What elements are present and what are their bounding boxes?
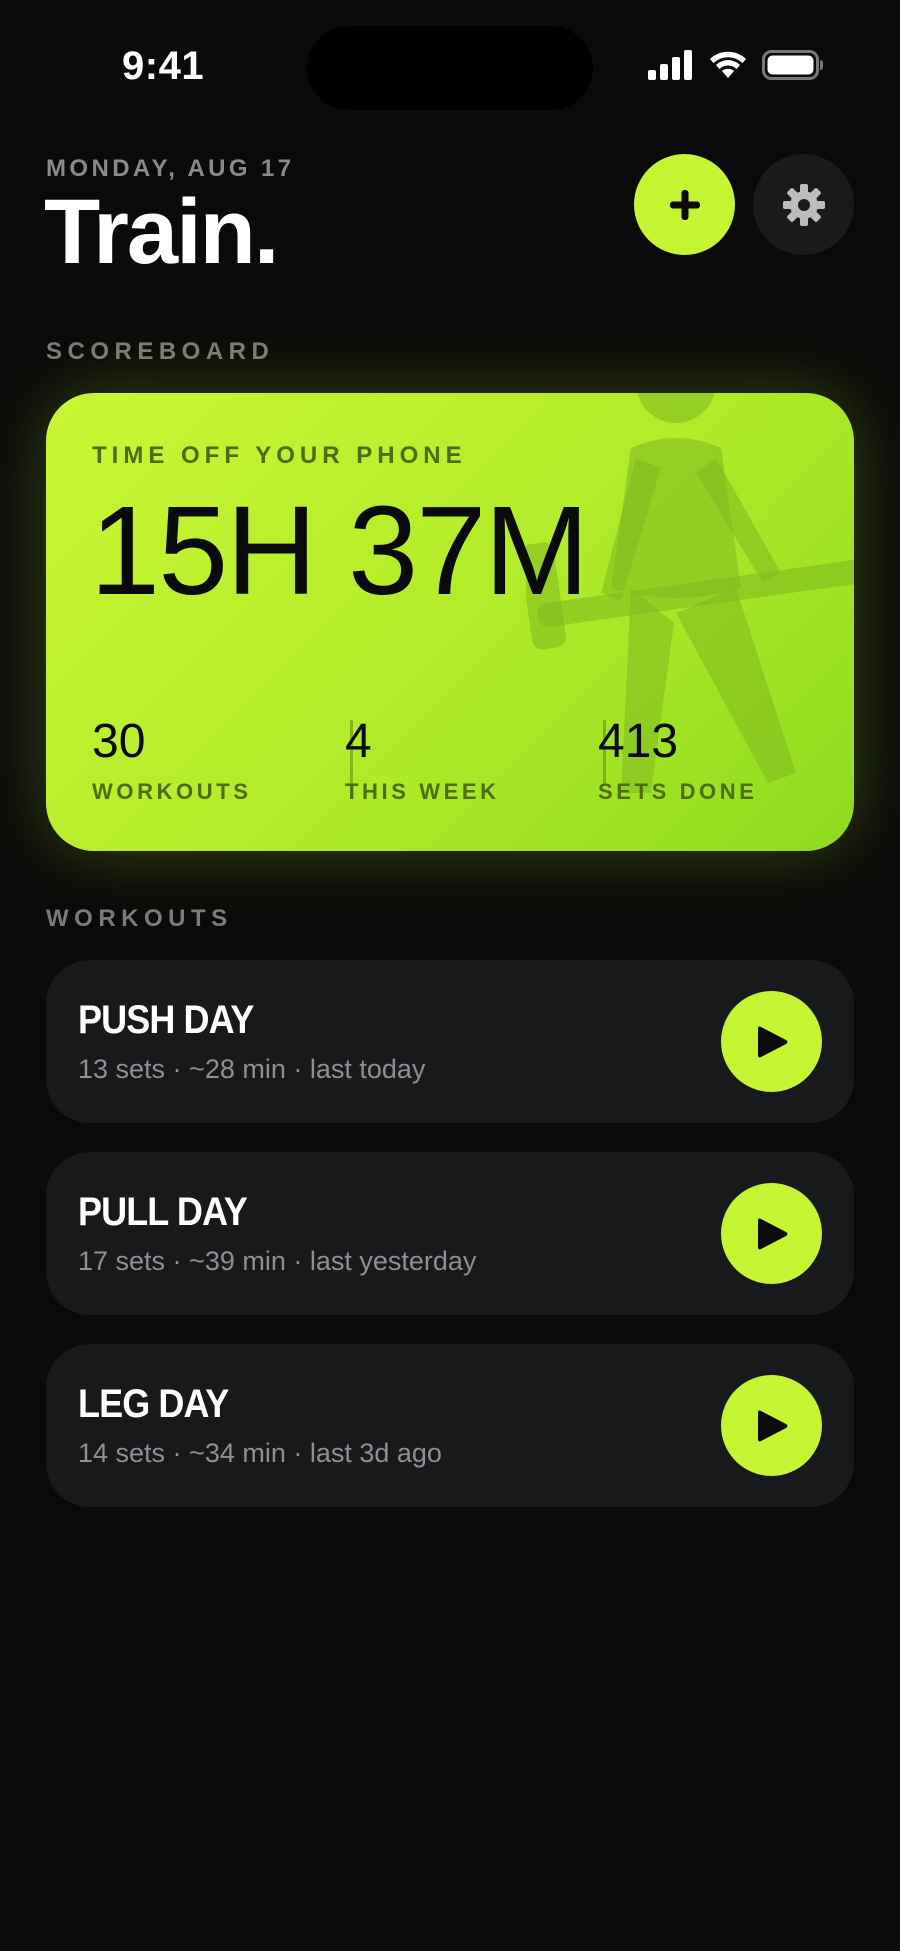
stat-this-week: 4 THIS WEEK bbox=[345, 715, 585, 805]
time-off-phone-value: 15H 37M bbox=[90, 480, 589, 621]
stats-row: 30 WORKOUTS 4 THIS WEEK 413 SETS DONE bbox=[92, 715, 832, 806]
dynamic-island bbox=[307, 26, 593, 110]
scoreboard-section-label: SCOREBOARD bbox=[46, 338, 275, 365]
start-leg-day-button[interactable] bbox=[721, 1375, 822, 1476]
workout-meta: 17 sets · ~39 min · last yesterday bbox=[78, 1246, 477, 1276]
signal-icon bbox=[648, 50, 692, 80]
page-title: Train. bbox=[44, 181, 279, 283]
workout-name: PUSH DAY bbox=[78, 998, 254, 1042]
stat-workouts: 30 WORKOUTS bbox=[92, 715, 332, 805]
play-icon bbox=[757, 1218, 787, 1249]
settings-button[interactable] bbox=[753, 154, 854, 255]
stat-sets-done: 413 SETS DONE bbox=[598, 715, 838, 805]
stat-label: WORKOUTS bbox=[92, 778, 252, 804]
battery-icon bbox=[762, 50, 823, 80]
workout-name: PULL DAY bbox=[78, 1190, 248, 1234]
play-icon bbox=[757, 1410, 787, 1441]
workout-meta: 13 sets · ~28 min · last today bbox=[78, 1054, 426, 1084]
stat-label: SETS DONE bbox=[598, 778, 758, 804]
workout-meta: 14 sets · ~34 min · last 3d ago bbox=[78, 1438, 442, 1468]
workout-card-pull-day[interactable]: PULL DAY 17 sets · ~39 min · last yester… bbox=[46, 1152, 854, 1315]
start-pull-day-button[interactable] bbox=[721, 1183, 822, 1284]
stat-value: 413 bbox=[598, 715, 679, 768]
workout-name: LEG DAY bbox=[78, 1382, 229, 1426]
workouts-section-label: WORKOUTS bbox=[46, 905, 233, 932]
stat-value: 30 bbox=[92, 715, 146, 768]
add-workout-button[interactable] bbox=[634, 154, 735, 255]
stat-value: 4 bbox=[345, 715, 372, 768]
status-bar: 9:41 bbox=[0, 0, 900, 130]
stat-label: THIS WEEK bbox=[345, 778, 500, 804]
date-label: MONDAY, AUG 17 bbox=[46, 155, 295, 182]
workout-card-leg-day[interactable]: LEG DAY 14 sets · ~34 min · last 3d ago bbox=[46, 1344, 854, 1507]
play-icon bbox=[757, 1026, 787, 1057]
plus-icon bbox=[669, 189, 700, 220]
gear-icon bbox=[782, 183, 825, 226]
status-time: 9:41 bbox=[122, 44, 205, 88]
status-icons bbox=[648, 50, 824, 80]
scoreboard-card: TIME OFF YOUR PHONE 15H 37M 30 WORKOUTS … bbox=[46, 393, 854, 851]
workout-card-push-day[interactable]: PUSH DAY 13 sets · ~28 min · last today bbox=[46, 960, 854, 1123]
time-off-phone-label: TIME OFF YOUR PHONE bbox=[92, 442, 467, 469]
wifi-icon bbox=[710, 51, 746, 78]
start-push-day-button[interactable] bbox=[721, 991, 822, 1092]
